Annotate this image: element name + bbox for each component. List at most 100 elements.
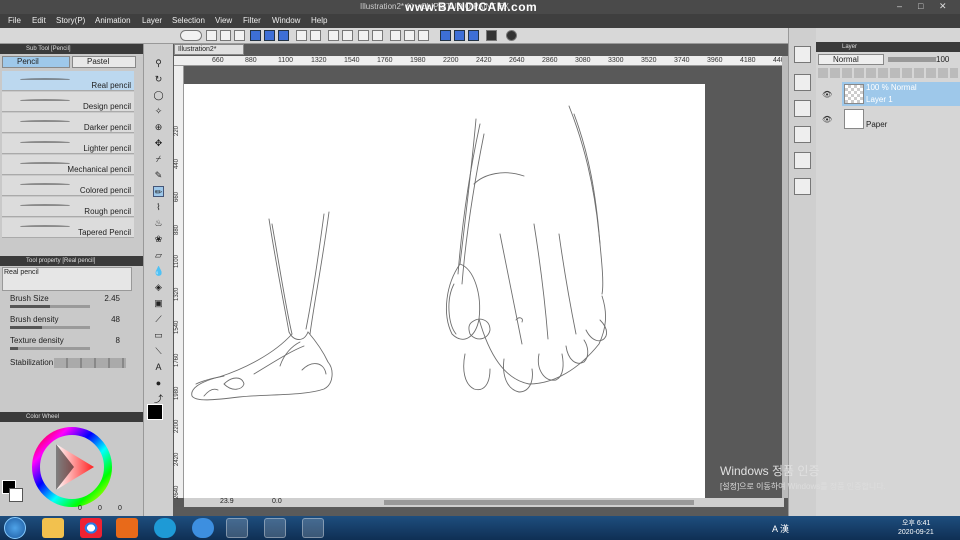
tab-pencil[interactable]: Pencil	[2, 56, 70, 68]
brush-size-slider[interactable]	[10, 305, 90, 308]
eyedropper-icon[interactable]: ⌿	[153, 154, 164, 165]
edge-icon[interactable]	[154, 518, 176, 538]
menu-story[interactable]: Story(P)	[56, 16, 85, 25]
airbrush-icon[interactable]: ♨	[153, 218, 164, 229]
clip-studio-icon[interactable]	[180, 30, 202, 41]
zoom-value[interactable]: 23.9	[220, 498, 234, 505]
clip-studio-taskbar-icon[interactable]	[226, 518, 248, 538]
chrome-icon[interactable]	[80, 518, 102, 538]
brush-colored-pencil[interactable]: Colored pencil	[2, 176, 134, 196]
main-color-swatch[interactable]	[147, 404, 163, 420]
invert-selection-icon[interactable]	[404, 30, 415, 41]
color-wheel[interactable]	[24, 424, 120, 510]
document-tab[interactable]: Illustration2*	[174, 44, 244, 55]
brush-darker-pencil[interactable]: Darker pencil	[2, 113, 134, 133]
move-layer-icon[interactable]: ✥	[153, 138, 164, 149]
menu-window[interactable]: Window	[272, 16, 300, 25]
eraser-icon[interactable]: ▱	[153, 250, 164, 261]
start-button[interactable]	[4, 517, 26, 539]
navigator-icon[interactable]	[794, 46, 811, 63]
angle-value[interactable]: 0.0	[272, 498, 282, 505]
brush-tapered-pencil[interactable]: Tapered Pencil	[2, 218, 134, 238]
menu-animation[interactable]: Animation	[95, 16, 131, 25]
menu-filter[interactable]: Filter	[243, 16, 261, 25]
wheel-sub-color[interactable]	[9, 488, 23, 502]
blend-mode-select[interactable]: Normal	[818, 54, 884, 65]
menu-layer[interactable]: Layer	[142, 16, 162, 25]
ruler-icon[interactable]: ⟍	[153, 346, 164, 357]
clear-icon[interactable]	[328, 30, 339, 41]
brush-design-pencil[interactable]: Design pencil	[2, 92, 134, 112]
gradient-icon[interactable]: ▣	[153, 298, 164, 309]
snap-ruler-icon[interactable]	[440, 30, 451, 41]
internet-explorer-icon[interactable]	[192, 518, 214, 538]
brush-mechanical-pencil[interactable]: Mechanical pencil	[2, 155, 134, 175]
eye-icon[interactable]: 👁	[822, 115, 832, 124]
zoom-icon[interactable]: ⚲	[153, 58, 164, 69]
menu-file[interactable]: File	[8, 16, 21, 25]
new-file-icon[interactable]	[206, 30, 217, 41]
opacity-slider[interactable]	[888, 57, 936, 62]
layer-property-icon[interactable]	[794, 100, 811, 117]
snap-grid-icon[interactable]	[468, 30, 479, 41]
undo-icon[interactable]	[296, 30, 307, 41]
drawing-canvas[interactable]	[184, 84, 705, 498]
close-button[interactable]: ✕	[939, 1, 947, 12]
texture-density-slider[interactable]	[10, 347, 90, 350]
selection-ellipse-icon[interactable]: ◯	[153, 90, 164, 101]
pencil-icon[interactable]: ✏	[153, 186, 164, 197]
brush-lighter-pencil[interactable]: Lighter pencil	[2, 134, 134, 154]
material-icon[interactable]	[794, 178, 811, 195]
clock-time[interactable]: 오후 6:41	[902, 518, 930, 528]
tab-pastel[interactable]: Pastel	[72, 56, 136, 68]
deselect-icon[interactable]	[390, 30, 401, 41]
brush-rough-pencil[interactable]: Rough pencil	[2, 197, 134, 217]
snap-special-ruler-icon[interactable]	[454, 30, 465, 41]
menu-selection[interactable]: Selection	[172, 16, 205, 25]
clock-date[interactable]: 2020-09-21	[898, 529, 934, 536]
fill-bucket-icon[interactable]: ◈	[153, 282, 164, 293]
layer-toolbar[interactable]	[818, 68, 958, 78]
auto-action-icon[interactable]	[794, 152, 811, 169]
canvas-horizontal-scrollbar[interactable]	[384, 500, 694, 505]
layer-item[interactable]: 100 % Normal Layer 1	[842, 82, 960, 106]
fill-icon[interactable]	[358, 30, 369, 41]
file-explorer-icon[interactable]	[42, 518, 64, 538]
brush-icon[interactable]: ⌇	[153, 202, 164, 213]
redo-icon[interactable]	[310, 30, 321, 41]
stabilization-selector[interactable]	[54, 358, 126, 368]
pen-icon[interactable]: ✎	[153, 170, 164, 181]
eye-icon[interactable]: 👁	[822, 90, 832, 99]
balloon-icon[interactable]: ●	[153, 378, 164, 389]
menu-view[interactable]: View	[215, 16, 232, 25]
layer-search-icon[interactable]	[794, 126, 811, 143]
export-layers-icon[interactable]	[264, 30, 275, 41]
rotate-icon[interactable]: ↻	[153, 74, 164, 85]
brush-real-pencil[interactable]: Real pencil	[2, 71, 134, 91]
minimize-button[interactable]: –	[897, 1, 902, 11]
bandicam-taskbar-icon[interactable]	[302, 518, 324, 538]
magic-wand-icon[interactable]: ✧	[153, 106, 164, 117]
decoration-icon[interactable]: ❀	[153, 234, 164, 245]
brush-density-slider[interactable]	[10, 326, 90, 329]
export-icon[interactable]	[250, 30, 261, 41]
layer-item[interactable]: Paper	[842, 107, 960, 131]
transform-icon[interactable]	[372, 30, 383, 41]
ime-indicator[interactable]: A 漢	[772, 522, 789, 535]
menu-help[interactable]: Help	[311, 16, 327, 25]
text-icon[interactable]: A	[153, 362, 164, 373]
sub-view-icon[interactable]	[794, 74, 811, 91]
clip-studio-paint-taskbar-icon[interactable]	[264, 518, 286, 538]
operation-icon[interactable]: ⊕	[153, 122, 164, 133]
menu-edit[interactable]: Edit	[32, 16, 46, 25]
opacity-value[interactable]: 100	[936, 55, 949, 64]
frame-icon[interactable]: ▭	[153, 330, 164, 341]
open-file-icon[interactable]	[220, 30, 231, 41]
figure-icon[interactable]: ⟋	[153, 314, 164, 325]
blend-icon[interactable]: 💧	[153, 266, 164, 277]
show-selection-icon[interactable]	[418, 30, 429, 41]
learning-icon[interactable]	[486, 30, 497, 41]
maximize-button[interactable]: □	[918, 1, 923, 11]
clear-outside-icon[interactable]	[342, 30, 353, 41]
batch-export-icon[interactable]	[278, 30, 289, 41]
